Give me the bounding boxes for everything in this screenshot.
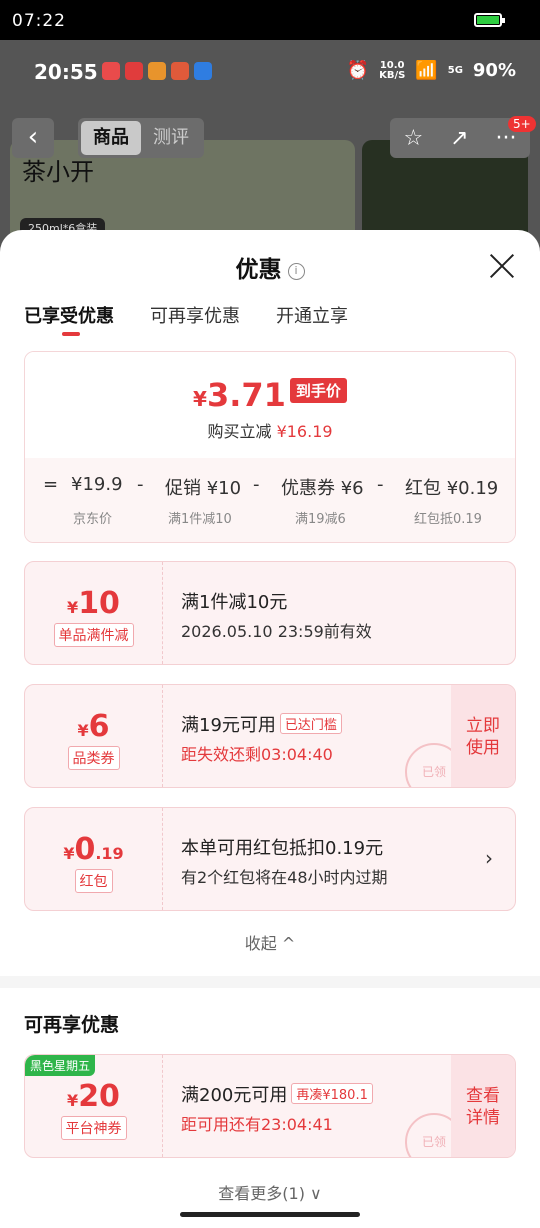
coupon-info: 满19元可用 已达门槛 距失效还剩03:04:40 [181,711,342,765]
tab-enjoyed[interactable]: 已享受优惠 [24,302,114,336]
signal-label: 5G [447,64,463,76]
coupon-info: 满1件减10元 2026.05.10 23:59前有效 [181,592,372,641]
share-icon[interactable]: ↗ [450,126,468,151]
chevron-right-icon: › [485,846,493,870]
price-breakdown: = ¥19.9 京东价 - 促销 ¥10 满1件减10 - 优惠券 ¥6 满19… [25,458,515,542]
coupon-kind: 平台神券 [60,1116,127,1140]
breakdown-sub: 红包抵0.19 [414,512,482,527]
coupon-amount: ¥20 [67,1079,120,1114]
coupon-kind: 品类券 [67,746,120,770]
price-summary: ¥3.71 到手价 购买立减 ¥16.19 = ¥19.9 京东价 - 促销 ¥1… [24,351,516,543]
star-icon[interactable]: ☆ [403,126,423,151]
coupon-card: ¥10 单品满件减 满1件减10元 2026.05.10 23:59前有效 [24,561,516,665]
coupon-card-redpacket[interactable]: ¥0.19 红包 本单可用红包抵扣0.19元 有2个红包将在48小时内过期 › [24,807,516,911]
battery-percent: 90% [472,60,516,81]
summary-top: ¥3.71 到手价 购买立减 ¥16.19 [25,352,515,458]
breakdown-op: - [253,474,260,495]
system-time: 07:22 [12,11,66,31]
status-right: ⏰ 10.0 KB/S 📶 5G 90% [347,60,516,81]
alarm-icon: ⏰ [346,60,370,81]
coupon-amount: ¥10 [67,586,120,621]
notification-icons [102,62,212,80]
coupon-left: ¥10 单品满件减 [25,562,163,664]
net-speed: 10.0 KB/S [379,59,406,81]
reduce-total: 购买立减 ¥16.19 [207,422,333,441]
info-icon[interactable]: i [287,263,305,280]
breakdown-op: = [43,474,59,495]
breakdown-sub: 满19减6 [295,512,346,527]
section-title: 可再享优惠 [24,1014,120,1036]
wifi-icon: 📶 [415,60,438,81]
app-icon [171,62,189,80]
coupon-amount: ¥6 [77,709,110,744]
breakdown-item: 促销 ¥10 [165,478,242,499]
coupon-card: ¥20 平台神券 黑色星期五 满200元可用 再凑¥180.1 距可用还有23:0… [24,1054,516,1158]
threshold-badge: 已达门槛 [279,713,342,734]
collapse-button[interactable]: 收起 ^ [0,930,540,954]
coupon-info: 本单可用红包抵扣0.19元 有2个红包将在48小时内过期 [181,838,388,887]
app-icon [102,62,120,80]
sheet-title: 优惠 i [0,250,540,284]
home-indicator[interactable] [180,1212,360,1217]
use-now-button[interactable]: 立即 使用 [451,685,515,787]
discount-sheet: 优惠 i 已享受优惠 可再享优惠 开通立享 ¥3.71 到手价 购买立减 ¥16.1… [0,230,540,1228]
final-price: ¥3.71 到手价 [25,352,515,414]
coupon-card: ¥6 品类券 满19元可用 已达门槛 距失效还剩03:04:40 已领 立即 使用 [24,684,516,788]
view-details-button[interactable]: 查看 详情 [451,1055,515,1157]
tab-review[interactable]: 测评 [141,121,201,155]
app-icon [125,62,143,80]
gap-badge: 再凑¥180.1 [291,1083,373,1104]
coupon-amount: ¥0.19 [63,832,124,867]
breakdown-op: - [377,474,384,495]
phone-status-bar: 20:55 ⏰ 10.0 KB/S 📶 5G 90% [0,40,540,104]
breakdown-item: ¥19.9 [71,474,123,495]
system-status-bar: 07:22 [0,0,540,40]
discount-tabs: 已享受优惠 可再享优惠 开通立享 [24,302,348,336]
tab-more[interactable]: 可再享优惠 [150,302,240,328]
section-divider [0,976,540,988]
phone-clock: 20:55 [34,60,98,84]
coupon-info: 满200元可用 再凑¥180.1 距可用还有23:04:41 [181,1081,373,1135]
breakdown-sub: 京东价 [73,512,113,527]
tab-goods[interactable]: 商品 [81,121,141,155]
breakdown-item: 红包 ¥0.19 [405,478,499,499]
back-button[interactable]: ‹ [12,118,54,158]
breakdown-sub: 满1件减10 [168,512,232,527]
tab-open[interactable]: 开通立享 [276,302,348,328]
close-button[interactable] [488,252,516,280]
coupon-left: ¥6 品类券 [25,685,163,787]
price-tag: 到手价 [289,378,347,403]
message-badge: 5+ [508,116,536,132]
countdown: 距可用还有23:04:41 [181,1115,333,1134]
coupon-kind: 红包 [74,869,113,893]
app-icon [194,62,212,80]
view-more-link[interactable]: 查看更多(1) ∨ [0,1180,540,1204]
countdown: 距失效还剩03:04:40 [181,745,333,764]
coupon-kind: 单品满件减 [53,623,134,647]
coupon-left: ¥0.19 红包 [25,808,163,910]
promo-tag: 黑色星期五 [25,1055,96,1076]
app-icon [148,62,166,80]
breakdown-item: 优惠券 ¥6 [281,478,364,499]
battery-icon [474,13,505,27]
product-tabs: 商品 测评 [78,118,204,158]
breakdown-op: - [137,474,144,495]
